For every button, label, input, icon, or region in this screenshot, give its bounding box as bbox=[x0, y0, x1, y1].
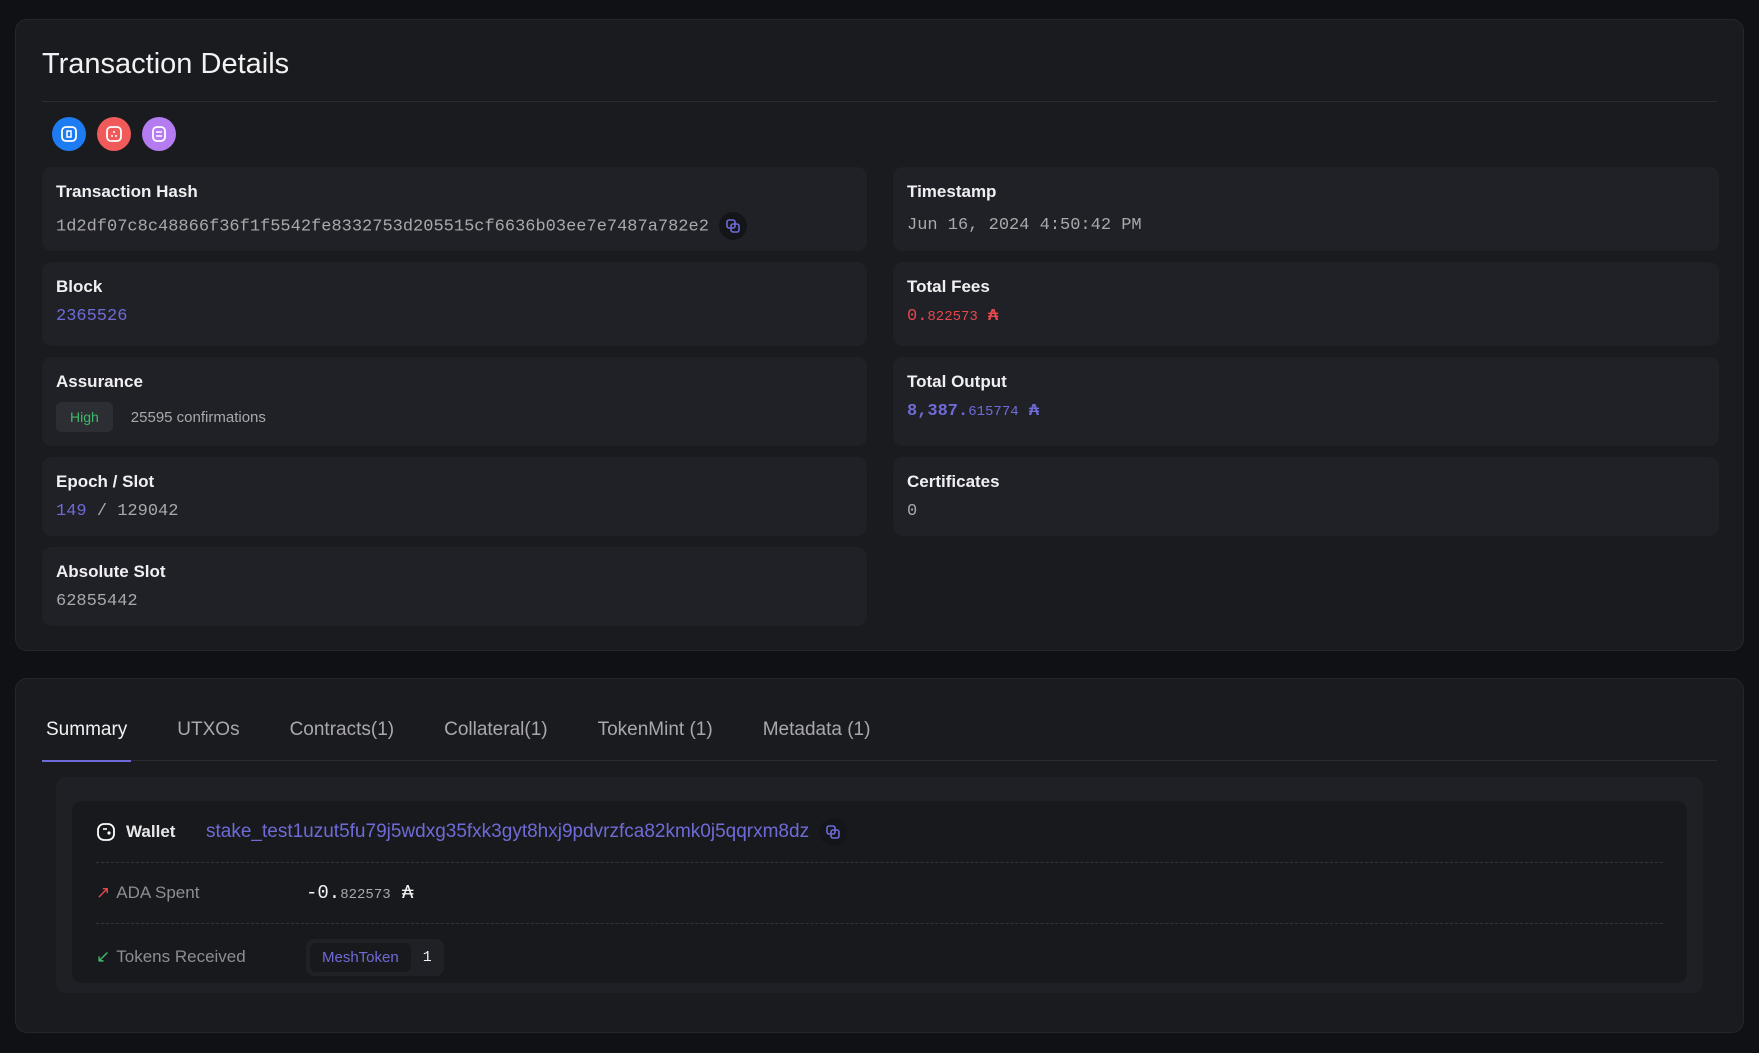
field-label: Epoch / Slot bbox=[56, 472, 853, 492]
field-label: Total Fees bbox=[907, 277, 1705, 297]
divider bbox=[42, 101, 1717, 102]
field-label: Block bbox=[56, 277, 853, 297]
tab-summary[interactable]: Summary bbox=[46, 709, 127, 761]
absolute-slot-card: Absolute Slot 62855442 bbox=[42, 547, 867, 626]
field-label: Assurance bbox=[56, 372, 853, 392]
field-label: Transaction Hash bbox=[56, 182, 853, 202]
tokens-received-label: Tokens Received bbox=[116, 947, 245, 967]
transaction-details-panel: Transaction Details Transaction Hash 1d2… bbox=[15, 19, 1744, 651]
ada-spent-decimal: 822573 bbox=[340, 887, 390, 903]
arrow-up-right-icon: ↗ bbox=[96, 883, 110, 903]
cube-icon[interactable] bbox=[52, 117, 86, 151]
summary-panel: Summary UTXOs Contracts(1) Collateral(1)… bbox=[15, 678, 1744, 1033]
transaction-hash-card: Transaction Hash 1d2df07c8c48866f36f1f55… bbox=[42, 167, 867, 251]
ada-spent-label: ADA Spent bbox=[116, 883, 199, 903]
page-title: Transaction Details bbox=[42, 48, 289, 81]
epoch-link[interactable]: 149 bbox=[56, 502, 87, 521]
field-label: Absolute Slot bbox=[56, 562, 853, 582]
certificates-value: 0 bbox=[907, 502, 1705, 521]
output-integer: 8,387. bbox=[907, 402, 968, 421]
confirmations: 25595 confirmations bbox=[131, 409, 266, 426]
tab-contracts[interactable]: Contracts(1) bbox=[290, 709, 395, 761]
timestamp-card: Timestamp Jun 16, 2024 4:50:42 PM bbox=[893, 167, 1719, 251]
slot-value: 129042 bbox=[117, 502, 178, 521]
field-label: Certificates bbox=[907, 472, 1705, 492]
timestamp-value: Jun 16, 2024 4:50:42 PM bbox=[907, 216, 1705, 235]
token-chip[interactable]: MeshToken 1 bbox=[306, 939, 444, 976]
arrow-down-left-icon: ↙ bbox=[96, 947, 110, 967]
epoch-slot-card: Epoch / Slot 149 / 129042 bbox=[42, 457, 867, 536]
output-decimal: 615774 bbox=[968, 404, 1018, 420]
tab-utxos[interactable]: UTXOs bbox=[177, 709, 239, 761]
total-fees-card: Total Fees 0.822573 ₳ bbox=[893, 262, 1719, 346]
field-label: Timestamp bbox=[907, 182, 1705, 202]
copy-icon bbox=[826, 825, 840, 839]
block-card: Block 2365526 bbox=[42, 262, 867, 346]
ada-icon: ₳ bbox=[402, 882, 413, 904]
ada-icon: ₳ bbox=[1029, 402, 1039, 421]
certificates-card: Certificates 0 bbox=[893, 457, 1719, 536]
token-name: MeshToken bbox=[310, 943, 411, 972]
copy-icon bbox=[726, 219, 740, 233]
absolute-slot-value: 62855442 bbox=[56, 592, 853, 611]
wallet-address-link[interactable]: stake_test1uzut5fu79j5wdxg35fxk3gyt8hxj9… bbox=[206, 821, 809, 843]
ada-icon: ₳ bbox=[988, 307, 998, 326]
tab-collateral[interactable]: Collateral(1) bbox=[444, 709, 547, 761]
summary-content: Wallet stake_test1uzut5fu79j5wdxg35fxk3g… bbox=[56, 777, 1703, 993]
copy-wallet-button[interactable] bbox=[819, 818, 847, 846]
total-output-card: Total Output 8,387.615774 ₳ bbox=[893, 357, 1719, 446]
wallet-icon bbox=[96, 822, 116, 842]
assurance-card: Assurance High 25595 confirmations bbox=[42, 357, 867, 446]
copy-hash-button[interactable] bbox=[719, 212, 747, 240]
block-link[interactable]: 2365526 bbox=[56, 307, 853, 326]
tab-metadata[interactable]: Metadata (1) bbox=[763, 709, 871, 761]
token-quantity: 1 bbox=[423, 949, 432, 966]
wallet-label: Wallet bbox=[126, 822, 206, 842]
field-label: Total Output bbox=[907, 372, 1705, 392]
tab-tokenmint[interactable]: TokenMint (1) bbox=[598, 709, 713, 761]
fees-integer: 0. bbox=[907, 307, 927, 326]
puzzle-icon[interactable] bbox=[97, 117, 131, 151]
separator: / bbox=[97, 502, 107, 521]
assurance-badge: High bbox=[56, 402, 113, 432]
document-icon[interactable] bbox=[142, 117, 176, 151]
wallet-card: Wallet stake_test1uzut5fu79j5wdxg35fxk3g… bbox=[72, 801, 1687, 983]
ada-spent-integer: -0. bbox=[306, 882, 340, 904]
transaction-hash-value: 1d2df07c8c48866f36f1f5542fe8332753d20551… bbox=[56, 217, 709, 236]
fees-decimal: 822573 bbox=[927, 309, 977, 325]
tab-bar: Summary UTXOs Contracts(1) Collateral(1)… bbox=[42, 709, 1717, 761]
